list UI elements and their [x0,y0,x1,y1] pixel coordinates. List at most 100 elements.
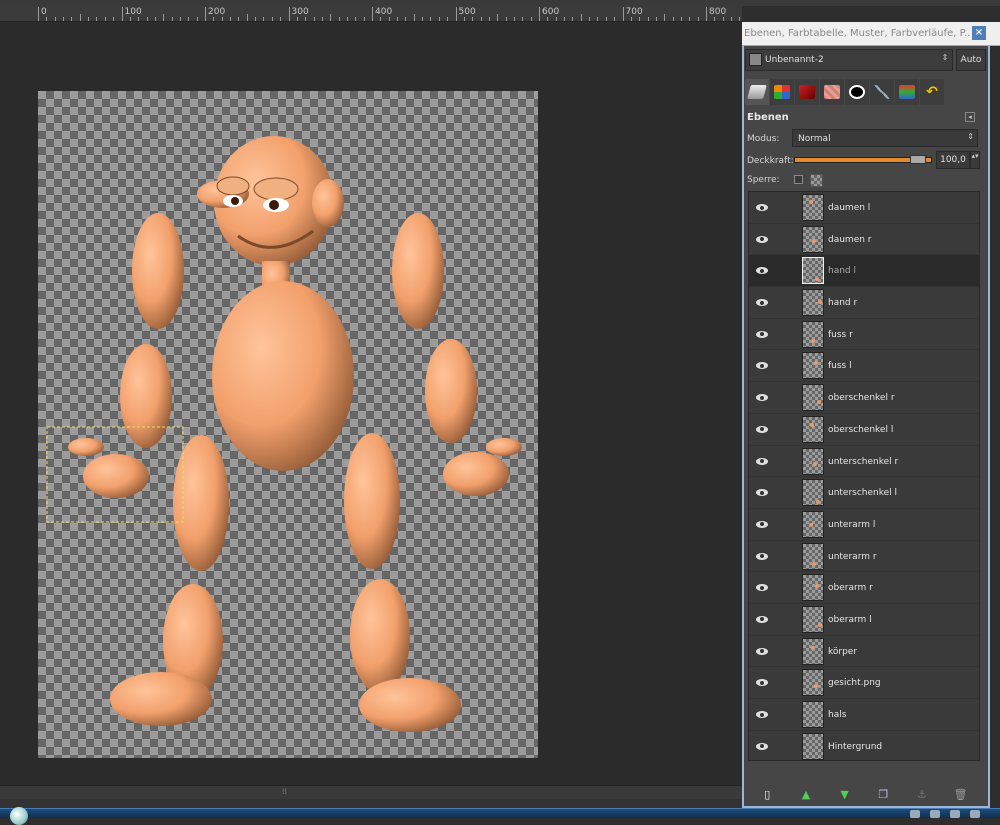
layer-row[interactable]: unterarm l [749,509,979,541]
eye-icon[interactable] [756,330,768,338]
layer-name[interactable]: unterschenkel r [828,457,898,467]
layer-row[interactable]: oberarm r [749,572,979,604]
mode-select[interactable]: Normal ⇕ [792,129,978,147]
layer-name[interactable]: oberschenkel l [828,425,893,435]
layer-row[interactable]: körper [749,636,979,668]
eye-icon[interactable] [756,425,768,433]
patterns-icon [824,85,840,99]
dock-title-bar[interactable]: Ebenen, Farbtabelle, Muster, Farbverläuf… [742,22,1000,46]
layer-row[interactable]: unterschenkel l [749,477,979,509]
layer-row[interactable]: gesicht.png [749,667,979,699]
layer-row[interactable]: hand l [749,255,979,288]
layer-row[interactable]: daumen l [749,192,979,224]
layer-name[interactable]: unterarm r [828,552,877,562]
ruler-tick [288,7,290,21]
horizontal-scrollbar[interactable]: ⁞⁞ [0,785,742,799]
layer-name[interactable]: unterschenkel l [828,488,897,498]
duplicate-layer-icon[interactable]: ❐ [876,789,890,801]
layer-name[interactable]: oberschenkel r [828,393,895,403]
layer-name[interactable]: oberarm r [828,583,873,593]
lock-alpha-icon[interactable] [810,174,823,187]
tray-icon[interactable] [930,810,940,818]
lock-pixels-checkbox[interactable] [794,175,803,184]
opacity-input[interactable]: 100,0 [936,151,970,169]
eye-icon[interactable] [756,679,768,687]
eye-icon[interactable] [756,647,768,655]
layer-name[interactable]: körper [828,647,857,657]
eye-icon[interactable] [756,204,768,211]
ruler-minor-tick [589,17,591,21]
new-layer-icon[interactable]: ▯ [760,789,774,801]
auto-button[interactable]: Auto [956,49,986,71]
fonts-icon [874,85,890,99]
tray-icon[interactable] [970,810,980,818]
layer-name[interactable]: daumen l [828,203,870,213]
thumb-left [68,438,104,456]
layer-name[interactable]: oberarm l [828,615,872,625]
tab-fonts[interactable] [870,79,894,105]
tab-undo[interactable]: ↶ [920,79,944,105]
layers-list[interactable]: daumen l daumen r hand l hand r fuss r fuss l… [748,191,980,761]
layer-row[interactable]: oberschenkel r [749,382,979,414]
layer-name[interactable]: Hintergrund [828,742,882,752]
tab-patterns[interactable] [820,79,844,105]
layer-row[interactable]: oberschenkel l [749,414,979,446]
layer-row[interactable]: oberarm l [749,604,979,636]
tab-gradients[interactable] [895,79,919,105]
eye-icon[interactable] [756,362,768,370]
close-icon[interactable]: × [972,26,986,40]
raise-layer-icon[interactable]: ▲ [799,789,813,801]
eye-icon[interactable] [756,584,768,592]
layer-name[interactable]: unterarm l [828,520,875,530]
opacity-handle[interactable] [910,155,926,164]
layer-row[interactable]: daumen r [749,224,979,256]
layer-name[interactable]: hals [828,710,846,720]
eye-icon[interactable] [756,742,768,750]
ruler-minor-tick [422,17,424,21]
tab-layers[interactable] [745,79,769,105]
eye-icon[interactable] [756,299,768,307]
tab-brushes[interactable] [845,79,869,105]
figure-drawing [46,136,522,732]
ruler-minor-tick [564,17,566,21]
tray-icon[interactable] [910,810,920,818]
layer-thumbnail [802,479,824,507]
horizontal-ruler[interactable]: 010020030040050060070080090010001100 [0,6,742,22]
eye-icon[interactable] [756,520,768,528]
layer-name[interactable]: daumen r [828,235,872,245]
start-button[interactable] [10,807,28,825]
layer-row[interactable]: unterschenkel r [749,446,979,478]
eye-icon[interactable] [756,394,768,402]
layer-name[interactable]: gesicht.png [828,678,881,688]
layer-row[interactable]: Hintergrund [749,731,979,760]
layer-row[interactable]: hand r [749,287,979,319]
tab-channels[interactable] [770,79,794,105]
ruler-label: 500 [458,7,476,17]
layer-row[interactable]: fuss l [749,350,979,383]
image-selector[interactable]: Unbenannt-2 ⇕ [745,49,953,71]
layer-name[interactable]: fuss l [828,361,852,371]
eye-icon[interactable] [756,615,768,623]
eye-icon[interactable] [756,267,768,275]
layer-name[interactable]: hand l [828,266,856,276]
eye-icon[interactable] [756,235,768,243]
eye-icon[interactable] [756,552,768,560]
layer-name[interactable]: fuss r [828,330,853,340]
canvas-area[interactable] [0,23,742,785]
delete-layer-icon[interactable]: 🗑 [954,789,968,801]
eye-icon[interactable] [756,711,768,718]
image-canvas[interactable] [38,91,538,758]
layer-name[interactable]: hand r [828,298,857,308]
opacity-spinner[interactable]: ▴▾ [970,151,980,169]
layer-row[interactable]: unterarm r [749,541,979,573]
tray-icon[interactable] [950,810,960,818]
eye-icon[interactable] [756,457,768,465]
anchor-layer-icon[interactable]: ⚓ [915,789,929,801]
tab-paths[interactable] [795,79,819,105]
layer-row[interactable]: hals [749,699,979,731]
panel-menu-icon[interactable]: ◂ [965,112,975,122]
scroll-grip-icon[interactable]: ⁞⁞ [282,788,294,796]
layer-row[interactable]: fuss r [749,319,979,351]
eye-icon[interactable] [756,489,768,497]
lower-layer-icon[interactable]: ▼ [838,789,852,801]
